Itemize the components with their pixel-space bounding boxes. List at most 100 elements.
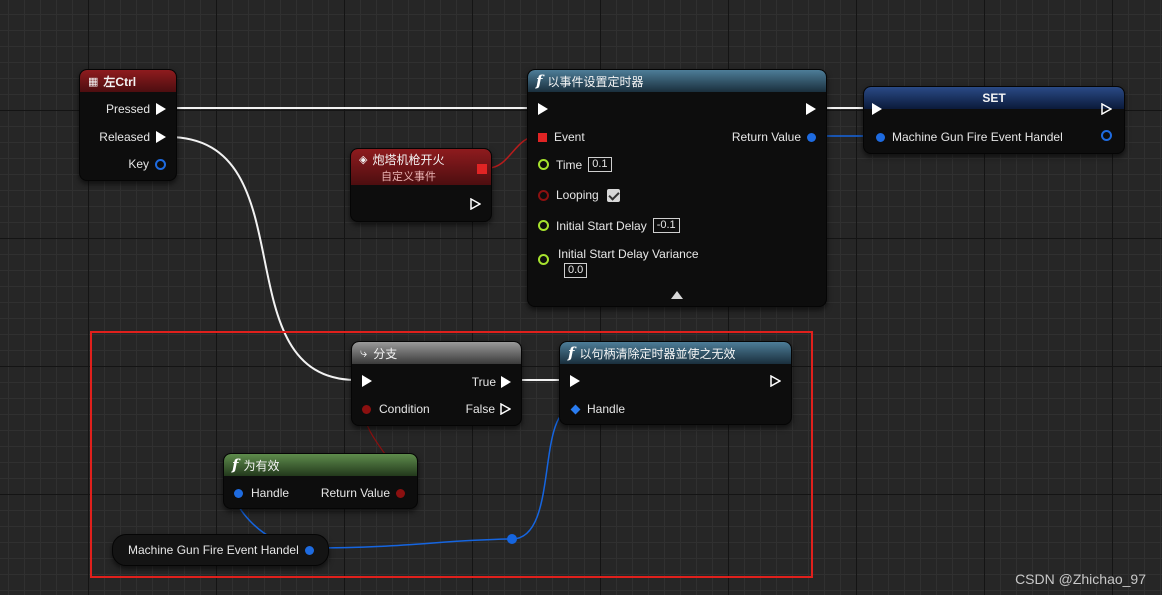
variable-getter-node[interactable]: Machine Gun Fire Event Handel [112,534,329,566]
struct-pin-icon[interactable] [876,132,885,142]
clear-timer-exec-out[interactable] [770,374,782,388]
set-timer-exec-in[interactable] [538,103,548,115]
initial-start-delay-variance-pin[interactable] [538,254,556,265]
collapse-arrow-icon[interactable] [671,291,683,299]
exec-in-icon[interactable] [872,103,882,115]
custom-event-subtitle: 自定义事件 [381,170,436,183]
set-output-pin[interactable] [1101,130,1112,141]
branch-node[interactable]: ⤷ 分支 True Condition False [351,341,522,426]
event-icon: ◈ [359,153,368,166]
looping-label: Looping [556,188,599,202]
set-timer-header: f 以事件设置定时器 [528,70,826,92]
true-pin[interactable]: True [472,375,511,389]
struct-ref-pin-icon[interactable] [570,404,581,414]
released-label: Released [99,130,150,144]
true-label: True [471,375,496,389]
is-valid-return-pin[interactable]: Return Value [321,486,405,500]
exec-in-icon[interactable] [570,375,580,387]
exec-out-empty-icon[interactable] [500,402,512,416]
custom-event-node[interactable]: ◈ 炮塔机枪开火 自定义事件 [350,148,492,222]
branch-exec-in[interactable] [362,375,372,387]
initial-start-delay-label: Initial Start Delay [556,218,647,233]
set-title: SET [982,91,1006,105]
bool-pin-icon[interactable] [396,488,405,498]
event-label: Event [554,130,585,144]
key-event-node[interactable]: ▦ 左Ctrl Pressed Released Key [79,69,177,181]
false-label: False [465,402,495,416]
time-pin[interactable]: Time 0.1 [538,157,612,172]
custom-event-header: ◈ 炮塔机枪开火 自定义事件 [351,149,491,185]
exec-out-empty-icon[interactable] [470,197,482,211]
key-label: Key [128,157,149,171]
pressed-pin[interactable]: Pressed [106,102,166,116]
key-event-header: ▦ 左Ctrl [80,70,176,92]
struct-pin-icon[interactable] [304,545,314,555]
reroute-knot [507,534,517,544]
exec-out-empty-icon[interactable] [770,374,782,388]
set-variable-node[interactable]: SET Machine Gun Fire Event Handel [863,86,1125,154]
condition-pin[interactable]: Condition [362,402,430,416]
watermark: CSDN @Zhichao_97 [1015,571,1146,587]
exec-in-icon[interactable] [362,375,372,387]
set-timer-exec-out[interactable] [806,103,816,115]
time-input[interactable]: 0.1 [588,157,612,172]
function-icon: f [232,456,239,474]
exec-out-icon[interactable] [156,103,166,115]
set-exec-in[interactable] [872,103,882,115]
event-pin[interactable]: Event [538,130,585,144]
exec-in-icon[interactable] [538,103,548,115]
variable-getter-pin[interactable]: Machine Gun Fire Event Handel [128,543,314,557]
struct-pin-icon[interactable] [234,488,243,498]
keyboard-icon: ▦ [88,75,99,88]
initial-start-delay-variance-label: Initial Start Delay Variance [558,247,699,261]
clear-timer-handle-pin[interactable]: Handle [570,402,626,416]
initial-start-delay-variance-input[interactable]: 0.0 [564,263,588,278]
return-value-pin[interactable]: Return Value [732,130,816,144]
float-pin-icon[interactable] [538,220,549,231]
is-valid-handle-label: Handle [251,486,290,500]
function-icon: f [536,72,543,90]
initial-start-delay-input[interactable]: -0.1 [652,218,680,233]
is-valid-handle-pin[interactable]: Handle [234,486,289,500]
struct-pin-icon[interactable] [807,132,816,142]
exec-out-empty-icon[interactable] [1101,102,1113,116]
set-timer-node[interactable]: f 以事件设置定时器 Event Return Value Time 0.1 L… [527,69,827,307]
struct-pin-icon[interactable] [1101,130,1112,141]
custom-event-exec-pin[interactable] [470,197,482,211]
clear-timer-header: f 以句柄清除定时器並使之无效 [560,342,791,364]
looping-pin[interactable]: Looping [538,188,620,202]
condition-label: Condition [379,402,430,416]
exec-out-icon[interactable] [806,103,816,115]
branch-title: 分支 [373,346,398,361]
set-timer-title: 以事件设置定时器 [547,74,644,89]
handle-wire-clear [511,407,575,540]
initial-start-delay-pin[interactable]: Initial Start Delay -0.1 [538,218,680,233]
time-label: Time [556,157,583,172]
clear-timer-handle-label: Handle [587,402,626,416]
set-variable-pin[interactable]: Machine Gun Fire Event Handel [876,130,1063,144]
float-pin-icon[interactable] [538,254,549,265]
false-pin[interactable]: False [465,402,512,416]
bool-pin-icon[interactable] [362,404,371,414]
released-pin[interactable]: Released [99,130,166,144]
branch-icon: ⤷ [360,345,368,360]
clear-timer-node[interactable]: f 以句柄清除定时器並使之无效 Handle [559,341,792,425]
exec-out-icon[interactable] [501,376,511,388]
key-pin[interactable]: Key [128,157,166,171]
variable-getter-label: Machine Gun Fire Event Handel [128,543,299,557]
clear-timer-exec-in[interactable] [570,375,580,387]
looping-checkbox[interactable] [606,188,620,202]
set-exec-out[interactable] [1101,102,1113,116]
bool-pin-icon[interactable] [538,189,549,201]
is-valid-header: f 为有效 [224,454,417,476]
handle-wire-getter [307,538,513,549]
pressed-label: Pressed [105,102,150,116]
delegate-pin-icon[interactable] [538,132,547,142]
float-pin-icon[interactable] [538,159,549,170]
exec-out-icon[interactable] [156,131,166,143]
is-valid-node[interactable]: f 为有效 Handle Return Value [223,453,418,509]
custom-event-title: 炮塔机枪开火 [372,152,445,167]
struct-pin-icon[interactable] [155,158,166,170]
delegate-pin-icon[interactable] [477,164,487,174]
set-variable-label: Machine Gun Fire Event Handel [892,130,1063,144]
